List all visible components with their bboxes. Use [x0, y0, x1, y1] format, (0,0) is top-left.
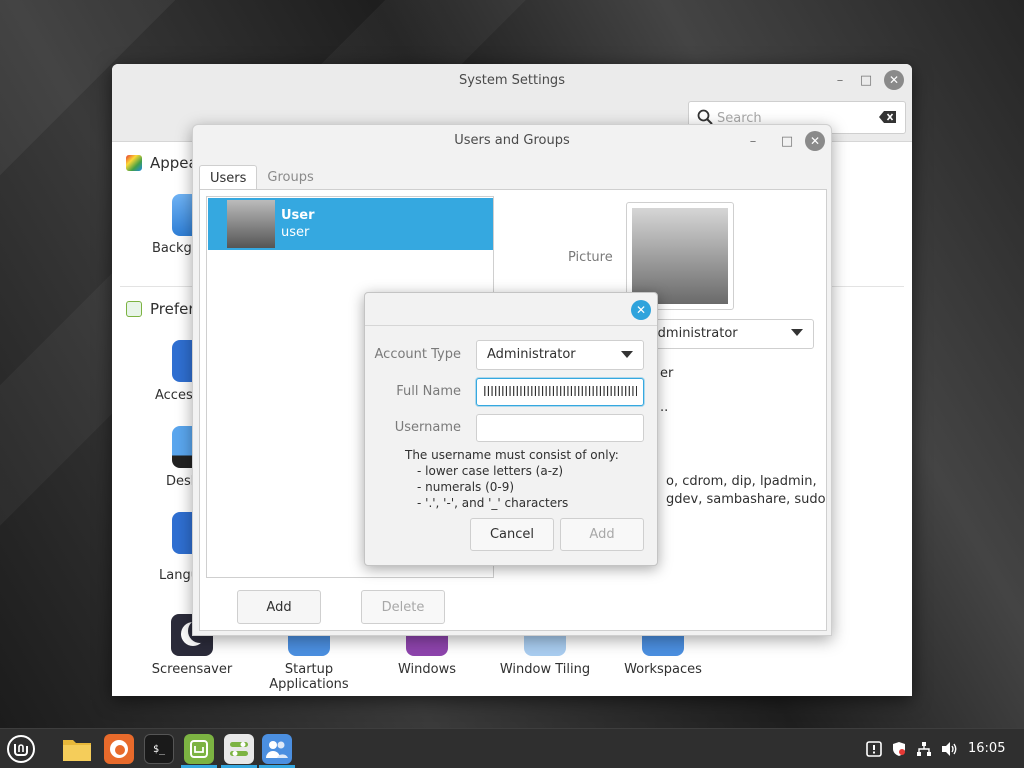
add-user-button[interactable]: Add	[237, 590, 321, 624]
picture-label: Picture	[568, 250, 613, 265]
groups-text: gdev, sambashare, sudo	[666, 492, 826, 507]
chevron-down-icon	[621, 351, 633, 358]
dialog-header-divider	[365, 325, 657, 326]
details-text: ..	[660, 400, 669, 415]
username-rules-hint: The username must consist of only: - low…	[405, 447, 619, 511]
desklets-icon[interactable]	[172, 426, 194, 468]
users-launcher[interactable]	[262, 734, 292, 764]
minimize-button[interactable]: –	[830, 70, 850, 90]
tab-groups[interactable]: Groups	[257, 165, 323, 191]
tile-label: Startup	[284, 662, 334, 677]
system-settings-launcher[interactable]	[224, 734, 254, 764]
window-title: Users and Groups	[454, 133, 570, 148]
software-manager-launcher[interactable]	[184, 734, 214, 764]
tile-label: Windows	[397, 662, 457, 677]
account-type-combo[interactable]: Administrator	[640, 319, 814, 349]
user-display-name: User	[281, 208, 315, 223]
minimize-icon: –	[836, 72, 844, 88]
terminal-icon: $_	[152, 743, 166, 755]
combo-value: Administrator	[649, 326, 738, 341]
delete-user-button[interactable]: Delete	[361, 590, 445, 624]
hint-line: - lower case letters (a-z)	[417, 464, 564, 478]
files-launcher[interactable]	[62, 734, 92, 764]
maximize-button[interactable]: □	[777, 131, 797, 151]
menu-button[interactable]	[6, 734, 36, 764]
username-label: Username	[394, 420, 461, 435]
full-name-input[interactable]	[476, 378, 644, 406]
close-button[interactable]: ✕	[884, 70, 904, 90]
clock[interactable]: 16:05	[968, 741, 1005, 756]
software-manager-icon	[190, 740, 208, 758]
add-button[interactable]: Add	[560, 518, 644, 551]
account-type-label: Account Type	[374, 347, 461, 362]
close-icon: ✕	[888, 73, 900, 87]
hint-line: - '.', '-', and '_' characters	[417, 496, 569, 510]
preferences-icon	[126, 301, 142, 317]
add-user-dialog: ✕ Account Type Administrator Full Name U…	[364, 292, 658, 566]
update-manager-tray[interactable]	[864, 739, 884, 759]
users-icon	[266, 741, 288, 758]
maximize-icon: □	[780, 133, 794, 149]
maximize-icon: □	[859, 72, 873, 88]
minimize-button[interactable]: –	[743, 131, 763, 151]
tile-label: Window Tiling	[499, 662, 591, 677]
tile-label: Applications	[269, 677, 349, 692]
volume-tray[interactable]	[940, 739, 960, 759]
tile-label: Workspaces	[624, 662, 702, 677]
system-settings-icon	[230, 742, 248, 756]
avatar	[227, 200, 275, 248]
dialog-close-button[interactable]: ✕	[631, 300, 651, 320]
update-icon	[866, 741, 882, 757]
avatar	[632, 208, 728, 304]
details-text: er	[660, 366, 674, 381]
terminal-launcher[interactable]: $_	[144, 734, 174, 764]
username-input[interactable]	[476, 414, 644, 442]
backgrounds-icon[interactable]	[172, 194, 194, 236]
chevron-down-icon	[791, 329, 803, 336]
tab-bar: Users Groups	[199, 165, 324, 191]
tab-users[interactable]: Users	[199, 165, 258, 191]
shield-tray[interactable]	[889, 739, 909, 759]
firefox-icon	[110, 740, 128, 758]
linux-mint-logo-icon	[7, 735, 35, 763]
window-title: System Settings	[459, 73, 565, 88]
close-button[interactable]: ✕	[805, 131, 825, 151]
appearance-icon	[126, 155, 142, 171]
network-tray[interactable]	[914, 739, 934, 759]
tile-label: Screensaver	[151, 662, 233, 677]
accessibility-icon[interactable]	[172, 340, 194, 382]
users-and-groups-titlebar[interactable]: Users and Groups – □ ✕	[193, 125, 831, 157]
folder-icon	[63, 740, 91, 761]
volume-icon	[942, 742, 957, 756]
close-icon: ✕	[809, 134, 821, 148]
maximize-button[interactable]: □	[856, 70, 876, 90]
clear-search-icon[interactable]	[879, 110, 897, 124]
network-icon	[917, 742, 931, 756]
list-item[interactable]: User user	[208, 198, 493, 250]
browser-launcher[interactable]	[104, 734, 134, 764]
groups-text: o, cdrom, dip, lpadmin,	[666, 474, 817, 489]
search-icon	[697, 109, 713, 125]
hint-line: - numerals (0-9)	[417, 480, 515, 494]
shield-icon	[893, 742, 905, 756]
user-login-name: user	[281, 225, 310, 240]
hint-title: The username must consist of only:	[405, 448, 619, 462]
select-value: Administrator	[487, 347, 576, 362]
minimize-icon: –	[749, 133, 757, 149]
cancel-button[interactable]: Cancel	[470, 518, 554, 551]
full-name-label: Full Name	[396, 384, 461, 399]
taskbar: $_ 16:05	[0, 728, 1024, 768]
account-type-select[interactable]: Administrator	[476, 340, 644, 370]
close-icon: ✕	[635, 303, 647, 317]
languages-icon[interactable]	[172, 512, 194, 554]
